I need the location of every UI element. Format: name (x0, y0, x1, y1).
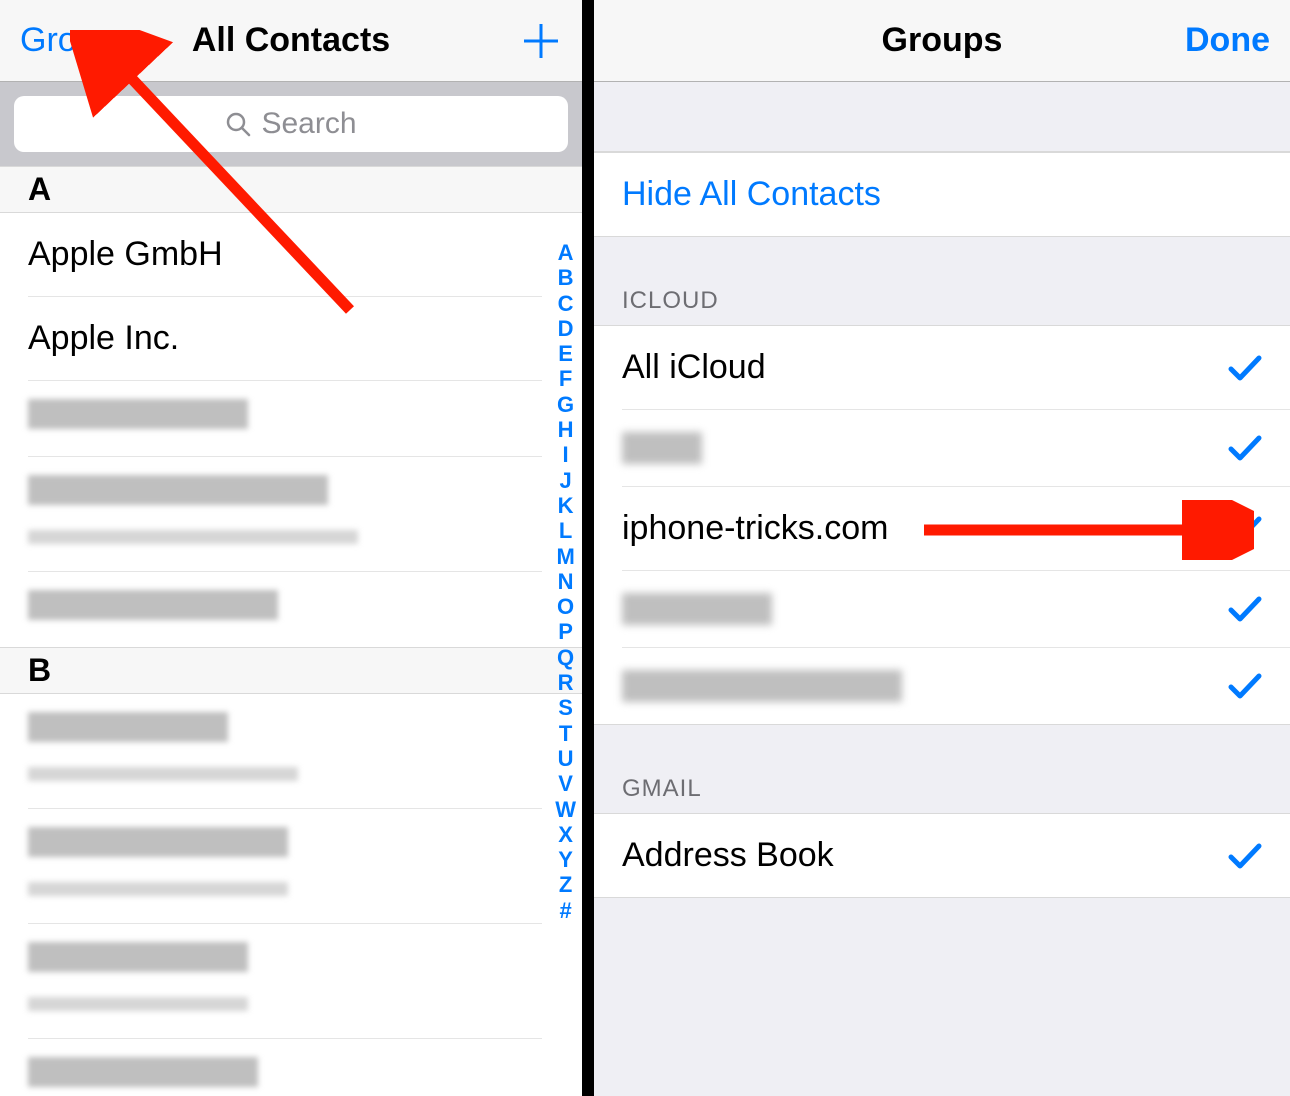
alpha-index[interactable]: ABC DEF GHI JKL MNO PQR STU VWX YZ# (555, 240, 576, 923)
group-row-blurred[interactable] (594, 648, 1290, 725)
search-input[interactable]: Search (14, 96, 568, 152)
group-row-iphone-tricks[interactable]: iphone-tricks.com (622, 487, 1290, 571)
section-header-a: A (0, 166, 582, 213)
done-button[interactable]: Done (1185, 21, 1270, 60)
page-title: Groups (882, 21, 1003, 60)
group-label: iphone-tricks.com (622, 509, 888, 548)
plus-icon (520, 20, 562, 62)
groups-button[interactable]: Groups (20, 21, 132, 60)
contact-row-blurred[interactable] (28, 1039, 542, 1096)
checkmark-icon (1228, 841, 1262, 871)
search-icon (225, 111, 251, 137)
section-header-icloud: ICLOUD (594, 237, 1290, 326)
navbar-contacts: Groups All Contacts (0, 0, 582, 82)
section-header-b: B (0, 647, 582, 694)
checkmark-icon (1228, 433, 1262, 463)
search-placeholder: Search (261, 107, 356, 141)
section-header-gmail: GMAIL (594, 725, 1290, 814)
search-bar-wrap: Search (0, 82, 582, 166)
contact-row-blurred[interactable] (0, 572, 542, 647)
contact-row[interactable]: Apple Inc. (28, 297, 542, 381)
contact-row-blurred[interactable] (28, 924, 542, 1039)
contact-row-blurred[interactable] (28, 809, 542, 924)
group-row-address-book[interactable]: Address Book (594, 814, 1290, 898)
contact-row-blurred[interactable] (28, 457, 542, 572)
groups-panel: Groups Done Hide All Contacts ICLOUD All… (594, 0, 1290, 1096)
group-row-blurred[interactable] (622, 410, 1290, 487)
spacer (594, 82, 1290, 152)
checkmark-icon (1228, 671, 1262, 701)
hide-all-contacts-button[interactable]: Hide All Contacts (594, 152, 1290, 237)
group-row-blurred[interactable] (622, 571, 1290, 648)
group-label: Address Book (622, 836, 834, 875)
contacts-panel: Groups All Contacts Search A Apple GmbH … (0, 0, 594, 1096)
group-row-all-icloud[interactable]: All iCloud (622, 326, 1290, 410)
group-label: All iCloud (622, 348, 766, 387)
navbar-groups: Groups Done (594, 0, 1290, 82)
checkmark-icon (1228, 594, 1262, 624)
add-contact-button[interactable] (520, 20, 562, 62)
page-title: All Contacts (192, 21, 390, 60)
checkmark-icon (1228, 353, 1262, 383)
contact-row[interactable]: Apple GmbH (28, 213, 542, 297)
spacer (594, 898, 1290, 1096)
contact-row-blurred[interactable] (28, 694, 542, 809)
contact-row-blurred[interactable] (28, 381, 542, 457)
checkmark-icon (1228, 514, 1262, 544)
